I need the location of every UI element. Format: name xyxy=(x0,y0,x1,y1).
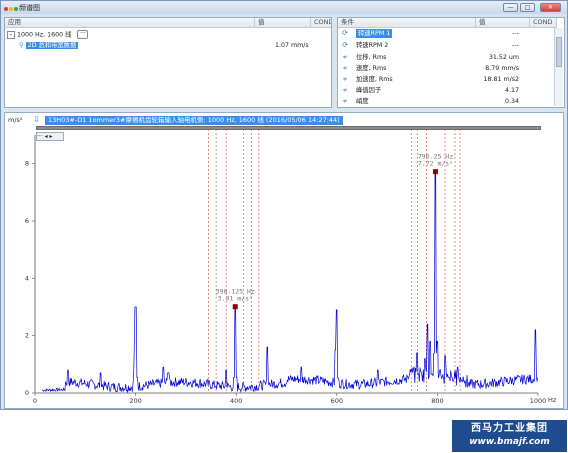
wave-icon: ≁ xyxy=(342,53,348,61)
logo-line1: 西马力工业集团 xyxy=(471,423,548,434)
rpm-icon: ⟳ xyxy=(342,41,348,49)
x-tick-label: 800 xyxy=(431,397,443,405)
y-tick-label: 2 xyxy=(25,332,29,340)
logo-url: www.bmajf.com xyxy=(469,437,550,447)
tree-item-range[interactable]: - 1000 Hz, 1600 线 ··· xyxy=(7,30,89,39)
condition-value: 31.52 um xyxy=(488,54,519,61)
condition-row[interactable]: ≁ 峰值因子 4.17 xyxy=(341,86,556,95)
condition-row[interactable]: ⟳ 转速RPM 2 --- xyxy=(341,41,556,50)
condition-row[interactable]: ≁ 位移, Rms 31.52 um xyxy=(341,53,556,62)
col-application[interactable]: 应用 xyxy=(5,18,255,28)
condition-panel: 条件 值 COND ⟳ 转速RPM 1 --- ⟳ 转速RPM 2 --- ≁ … xyxy=(337,17,565,108)
wave-icon: ≁ xyxy=(342,64,348,72)
condition-row[interactable]: ≁ 加速度, Rms 18.81 m/s2 xyxy=(341,75,556,84)
condition-label: 峭度 xyxy=(356,98,369,105)
x-tick-label: 400 xyxy=(230,397,242,405)
x-tick-label: 600 xyxy=(331,397,343,405)
x-tick-label: 1000 xyxy=(530,397,547,405)
x-tick-label: 0 xyxy=(33,397,37,405)
y-tick-label: 4 xyxy=(25,274,29,282)
marker-amplitude-label: 3.01 m/s² xyxy=(218,295,253,303)
condition-value: --- xyxy=(512,42,519,49)
col-cond[interactable]: COND xyxy=(311,18,331,28)
condition-value: --- xyxy=(512,30,519,37)
wave-icon: ≁ xyxy=(342,86,348,94)
y-tick-label: 8 xyxy=(25,160,29,168)
condition-scrollbar[interactable] xyxy=(554,28,563,106)
condition-label: 位移, Rms xyxy=(356,54,387,61)
spectrum-series xyxy=(41,171,539,394)
condition-value: 0.34 xyxy=(504,98,519,105)
condition-row[interactable]: ⟳ 转速RPM 1 --- xyxy=(341,29,556,38)
y-tick-label: 0 xyxy=(25,389,29,397)
condition-label: 转速RPM 2 xyxy=(356,42,389,49)
company-logo: 西马力工业集团 www.bmajf.com xyxy=(452,420,567,452)
wave-icon: ≁ xyxy=(342,97,348,105)
tree-item-bandwidth[interactable]: ⚲ 2D 总和带宽数据 xyxy=(19,41,79,50)
tree-item-label: 2D 总和带宽数据 xyxy=(25,42,79,49)
col-condition[interactable]: 条件 xyxy=(338,18,476,28)
col-value[interactable]: 值 xyxy=(255,18,311,28)
chart-plot[interactable]: 024680 200 400 600 800 1000398.125 Hz3.01 m/s… xyxy=(5,113,563,408)
condition-label: 速度, Rms xyxy=(356,65,387,72)
condition-label: 加速度, Rms xyxy=(356,76,393,83)
condition-value: 18.81 m/s2 xyxy=(483,76,519,83)
app-icon xyxy=(4,5,19,13)
spectrum-window: 频谱图 — □ ✕ 应用 值 COND - 1000 Hz, 1600 线 ··… xyxy=(0,0,568,410)
collapse-icon[interactable]: - xyxy=(7,30,15,39)
scroll-thumb[interactable] xyxy=(556,37,562,67)
window-title: 频谱图 xyxy=(19,4,40,12)
condition-label: 峰值因子 xyxy=(356,87,382,94)
marker-amplitude-label: 7.72 m/s² xyxy=(418,160,453,168)
tree-item-label: 1000 Hz, 1600 线 xyxy=(17,31,72,39)
y-tick-label: 6 xyxy=(25,217,29,225)
condition-row[interactable]: ≁ 速度, Rms 8.79 mm/s xyxy=(341,64,556,73)
condition-row[interactable]: ≁ 峭度 0.34 xyxy=(341,97,556,106)
x-tick-label: 200 xyxy=(129,397,141,405)
col-cond[interactable]: COND xyxy=(530,18,557,28)
col-value[interactable]: 值 xyxy=(476,18,530,28)
wave-icon: ≁ xyxy=(342,75,348,83)
spectrum-chart: m/s² ⇩ 13H03#-D1 1ommer3#摩擦机齿轮箱输入轴电机侧: 1… xyxy=(4,112,564,409)
rpm-icon: ⟳ xyxy=(342,29,348,37)
peak-marker xyxy=(232,304,238,310)
application-panel: 应用 值 COND - 1000 Hz, 1600 线 ··· ⚲ 2D 总和带… xyxy=(4,17,332,108)
condition-value: 4.17 xyxy=(504,87,519,94)
minimize-button[interactable]: — xyxy=(503,3,518,12)
peak-marker xyxy=(433,169,439,175)
probe-icon: ⚲ xyxy=(19,42,24,49)
more-icon[interactable]: ··· xyxy=(77,30,89,39)
condition-label: 转速RPM 1 xyxy=(356,29,393,38)
condition-value: 8.79 mm/s xyxy=(485,65,519,72)
close-button[interactable]: ✕ xyxy=(540,3,561,12)
title-bar[interactable]: 频谱图 — □ ✕ xyxy=(1,1,567,14)
maximize-button[interactable]: □ xyxy=(520,3,535,12)
bandwidth-value: 1.07 mm/s xyxy=(275,42,309,49)
